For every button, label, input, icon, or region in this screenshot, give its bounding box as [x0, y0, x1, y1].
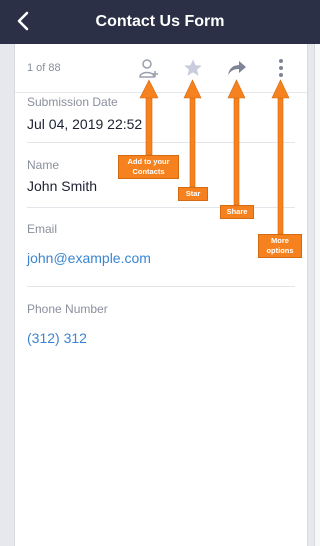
submission-date-label: Submission Date	[27, 95, 118, 109]
divider	[27, 286, 295, 287]
email-label: Email	[27, 222, 58, 236]
name-value: John Smith	[27, 178, 98, 194]
annotation-add-contact: Add to your Contacts	[118, 155, 179, 179]
top-bar: Contact Us Form	[0, 0, 320, 44]
divider	[27, 142, 295, 143]
chevron-left-icon	[17, 11, 29, 31]
annotation-share: Share	[220, 205, 254, 219]
share-icon	[228, 61, 246, 75]
more-vertical-icon	[279, 59, 283, 77]
submission-card: 1 of 88 Submission Date Jul 04, 2019 22:…	[14, 44, 308, 546]
phone-link[interactable]: (312) 312	[27, 330, 87, 346]
name-label: Name	[27, 158, 60, 172]
annotation-more-options: More options	[258, 234, 302, 258]
card-toolbar: 1 of 88	[15, 44, 307, 93]
submission-date-value: Jul 04, 2019 22:52	[27, 116, 143, 132]
page-title: Contact Us Form	[95, 13, 225, 30]
share-button[interactable]	[225, 56, 249, 80]
back-button[interactable]	[8, 6, 38, 36]
star-button[interactable]	[181, 56, 205, 80]
annotation-star: Star	[178, 187, 208, 201]
record-counter: 1 of 88	[27, 62, 61, 74]
email-link[interactable]: john@example.com	[27, 250, 151, 266]
add-contact-button[interactable]	[137, 56, 161, 80]
more-options-button[interactable]	[269, 56, 293, 80]
add-user-icon	[139, 59, 158, 78]
phone-label: Phone Number	[27, 302, 108, 316]
star-icon	[184, 59, 202, 76]
divider	[27, 207, 295, 208]
next-card-edge	[314, 44, 320, 546]
